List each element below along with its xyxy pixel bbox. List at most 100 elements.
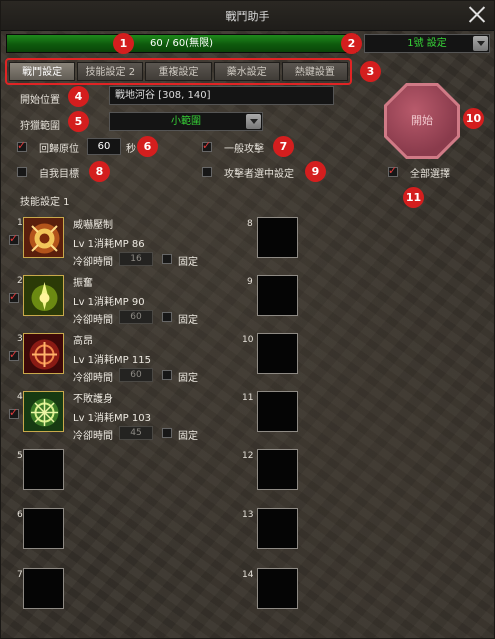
exalt-skill-icon[interactable]	[23, 333, 64, 374]
title-bar: 戰鬥助手	[1, 1, 494, 31]
select-all-label: 全部選擇	[410, 169, 450, 180]
inspire-skill-icon[interactable]	[23, 275, 64, 316]
seconds-unit-label: 秒	[126, 144, 136, 155]
empty-skill-slot[interactable]	[23, 449, 64, 490]
skill-name: 不敗護身	[73, 394, 113, 405]
fixed-label: 固定	[178, 431, 198, 442]
hunt-range-select[interactable]: 小範圍	[109, 112, 263, 131]
empty-skill-slot[interactable]	[257, 275, 298, 316]
annotation-marker: 6	[137, 136, 158, 157]
slot-number: 5	[17, 451, 23, 461]
cooldown-input[interactable]: 16	[119, 252, 153, 266]
annotation-marker: 1	[113, 33, 134, 54]
hunt-range-label: 狩獵範圍	[20, 121, 60, 132]
start-button-wrapper: 開始	[384, 83, 460, 159]
slot-number: 4	[17, 392, 23, 402]
cooldown-label: 冷卻時間	[73, 373, 113, 384]
annotation-marker: 11	[403, 187, 424, 208]
annotation-marker: 2	[341, 33, 362, 54]
annotation-marker: 7	[273, 136, 294, 157]
empty-skill-slot[interactable]	[23, 508, 64, 549]
empty-skill-slot[interactable]	[257, 333, 298, 374]
fixed-label: 固定	[178, 373, 198, 384]
empty-skill-slot[interactable]	[257, 568, 298, 609]
normal-attack-label: 一般攻擊	[224, 144, 264, 155]
hunt-range-value: 小範圍	[171, 116, 201, 127]
skill-level-mp: Lv 1消耗MP 90	[73, 297, 145, 308]
cooldown-input[interactable]: 60	[119, 310, 153, 324]
annotation-marker: 9	[305, 161, 326, 182]
fixed-checkbox[interactable]	[162, 428, 172, 438]
fixed-label: 固定	[178, 315, 198, 326]
attacker-selected-checkbox[interactable]	[202, 167, 212, 177]
slot-number: 13	[242, 510, 254, 520]
annotation-marker: 10	[463, 108, 484, 129]
tab-battle-settings[interactable]: 戰鬥設定	[9, 62, 76, 81]
close-icon[interactable]	[468, 5, 486, 23]
return-origin-checkbox[interactable]	[17, 139, 27, 152]
invincible-guard-skill-icon[interactable]	[23, 391, 64, 432]
tab-skill-settings-2[interactable]: 技能設定 2	[77, 62, 144, 81]
cooldown-label: 冷卻時間	[73, 431, 113, 442]
skill-enable-checkbox[interactable]	[9, 406, 19, 419]
intimidate-skill-icon[interactable]	[23, 217, 64, 258]
skill-enable-checkbox[interactable]	[9, 348, 19, 361]
empty-skill-slot[interactable]	[257, 508, 298, 549]
skill-name: 威嚇壓制	[73, 220, 113, 231]
start-position-label: 開始位置	[20, 95, 60, 106]
chevron-down-icon[interactable]	[246, 114, 261, 129]
slot-number: 11	[242, 393, 254, 403]
setting-select-value: 1號 設定	[407, 38, 447, 49]
return-seconds-input[interactable]: 60	[87, 138, 121, 155]
setting-select[interactable]: 1號 設定	[364, 34, 490, 53]
slot-number: 7	[17, 570, 23, 580]
attacker-selected-label: 攻擊者選中設定	[224, 169, 294, 180]
self-target-label: 自我目標	[39, 169, 79, 180]
cooldown-label: 冷卻時間	[73, 315, 113, 326]
tab-bar: 戰鬥設定 技能設定 2 重複設定 藥水設定 熱鍵設置	[5, 58, 352, 85]
start-button[interactable]: 開始	[384, 83, 460, 159]
slot-number: 14	[242, 570, 254, 580]
skill-level-mp: Lv 1消耗MP 115	[73, 355, 151, 366]
skill-name: 高昂	[73, 336, 93, 347]
fixed-checkbox[interactable]	[162, 370, 172, 380]
normal-attack-checkbox[interactable]	[202, 139, 212, 152]
skill-enable-checkbox[interactable]	[9, 232, 19, 245]
skill-name: 振奮	[73, 278, 93, 289]
skill-level-mp: Lv 1消耗MP 86	[73, 239, 145, 250]
annotation-marker: 5	[68, 111, 89, 132]
battle-assistant-window: 戰鬥助手 60 / 60(無限) 1號 設定 戰鬥設定 技能設定 2 重複設定 …	[0, 0, 495, 639]
cooldown-input[interactable]: 45	[119, 426, 153, 440]
slot-number: 8	[247, 219, 253, 229]
self-target-checkbox[interactable]	[17, 167, 27, 177]
annotation-marker: 8	[89, 161, 110, 182]
fixed-label: 固定	[178, 257, 198, 268]
start-button-label: 開始	[411, 114, 433, 127]
tab-potion-settings[interactable]: 藥水設定	[213, 62, 280, 81]
annotation-marker: 4	[68, 86, 89, 107]
skills-section-title: 技能設定 1	[20, 197, 70, 208]
slot-number: 3	[17, 334, 23, 344]
tab-hotkey-settings[interactable]: 熱鍵設置	[281, 62, 349, 81]
skill-enable-checkbox[interactable]	[9, 290, 19, 303]
tab-repeat-settings[interactable]: 重複設定	[145, 62, 212, 81]
empty-skill-slot[interactable]	[23, 568, 64, 609]
cooldown-input[interactable]: 60	[119, 368, 153, 382]
fixed-checkbox[interactable]	[162, 312, 172, 322]
slot-number: 12	[242, 451, 254, 461]
start-position-field[interactable]: 戰地河谷 [308, 140]	[109, 86, 334, 105]
skill-level-mp: Lv 1消耗MP 103	[73, 413, 151, 424]
chevron-down-icon[interactable]	[473, 36, 488, 51]
slot-number: 9	[247, 277, 253, 287]
empty-skill-slot[interactable]	[257, 449, 298, 490]
slot-number: 6	[17, 510, 23, 520]
select-all-checkbox[interactable]	[388, 164, 398, 177]
slot-number: 1	[17, 218, 23, 228]
empty-skill-slot[interactable]	[257, 217, 298, 258]
fixed-checkbox[interactable]	[162, 254, 172, 264]
return-origin-label: 回歸原位	[39, 144, 79, 155]
empty-skill-slot[interactable]	[257, 391, 298, 432]
cooldown-label: 冷卻時間	[73, 257, 113, 268]
hp-bar: 60 / 60(無限)	[6, 34, 357, 53]
annotation-marker: 3	[360, 61, 381, 82]
